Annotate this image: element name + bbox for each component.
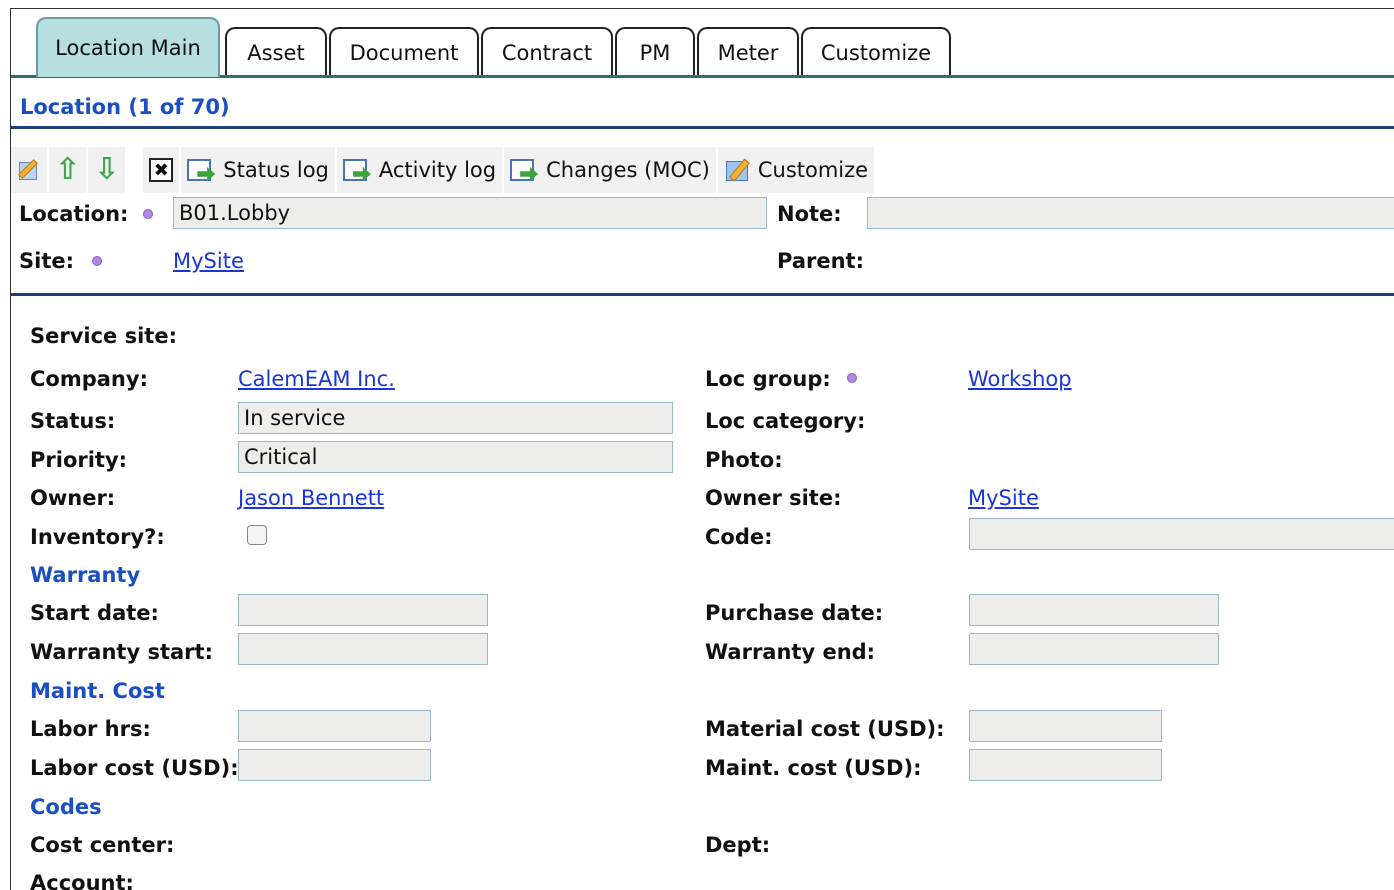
- service-site-label: Service site:: [30, 324, 177, 348]
- code-input[interactable]: [969, 518, 1394, 550]
- tab-label: PM: [639, 41, 671, 65]
- arrow-up-icon: ⇧: [55, 152, 81, 187]
- parent-label: Parent:: [777, 249, 864, 273]
- header-divider: [11, 293, 1394, 296]
- location-input[interactable]: B01.Lobby: [173, 197, 767, 229]
- edit-button[interactable]: [11, 147, 47, 193]
- tab-document[interactable]: Document: [329, 27, 479, 77]
- tab-pm[interactable]: PM: [615, 27, 695, 77]
- next-button[interactable]: ⇩: [88, 147, 126, 193]
- title-divider: [11, 126, 1394, 129]
- priority-label: Priority:: [30, 448, 128, 472]
- start-date-input[interactable]: [238, 594, 488, 626]
- page-title: Location (1 of 70): [20, 95, 230, 119]
- status-input[interactable]: In service: [238, 402, 673, 434]
- loc-category-label: Loc category:: [705, 409, 866, 433]
- code-label: Code:: [705, 525, 773, 549]
- open-window-icon: [342, 157, 373, 183]
- start-date-label: Start date:: [30, 601, 159, 625]
- maint-cost-label: Maint. cost (USD):: [705, 756, 922, 780]
- purchase-date-label: Purchase date:: [705, 601, 884, 625]
- location-form: Location Main Asset Document Contract PM…: [10, 8, 1394, 890]
- status-log-label: Status log: [223, 158, 329, 182]
- changes-moc-label: Changes (MOC): [546, 158, 710, 182]
- priority-input[interactable]: Critical: [238, 441, 673, 473]
- toolbar: ⇧ ⇩ ✖ Status log Activity log Changes (M…: [11, 146, 876, 194]
- company-link[interactable]: CalemEAM Inc.: [238, 367, 395, 391]
- tab-meter[interactable]: Meter: [697, 27, 799, 77]
- loc-group-label: Loc group:: [705, 367, 831, 391]
- changes-moc-button[interactable]: Changes (MOC): [504, 147, 716, 193]
- tab-label: Customize: [820, 41, 932, 65]
- site-link[interactable]: MySite: [173, 249, 244, 273]
- tab-label: Location Main: [55, 36, 201, 60]
- owner-site-label: Owner site:: [705, 486, 842, 510]
- inventory-checkbox[interactable]: [247, 525, 267, 545]
- open-window-icon: [510, 157, 540, 183]
- warranty-end-input[interactable]: [969, 633, 1219, 665]
- dept-label: Dept:: [705, 833, 771, 857]
- warranty-start-label: Warranty start:: [30, 640, 213, 664]
- previous-button[interactable]: ⇧: [49, 147, 87, 193]
- customize-icon: [724, 156, 752, 184]
- required-dot-icon: [143, 209, 153, 219]
- note-label: Note:: [777, 202, 842, 226]
- status-log-button[interactable]: Status log: [181, 147, 335, 193]
- tab-label: Contract: [501, 41, 593, 65]
- account-label: Account:: [30, 871, 134, 890]
- cost-center-label: Cost center:: [30, 833, 175, 857]
- labor-cost-input[interactable]: [238, 749, 431, 781]
- note-input[interactable]: [867, 197, 1394, 229]
- edit-icon: [17, 158, 41, 182]
- company-label: Company:: [30, 367, 148, 391]
- maint-cost-input[interactable]: [969, 749, 1162, 781]
- warranty-end-label: Warranty end:: [705, 640, 876, 664]
- arrow-down-icon: ⇩: [94, 152, 120, 187]
- labor-cost-label: Labor cost (USD):: [30, 756, 239, 780]
- customize-label: Customize: [757, 158, 869, 182]
- owner-link[interactable]: Jason Bennett: [238, 486, 384, 510]
- warranty-start-input[interactable]: [238, 633, 488, 665]
- codes-section-title: Codes: [30, 795, 102, 819]
- photo-label: Photo:: [705, 448, 783, 472]
- required-dot-icon: [92, 256, 102, 266]
- owner-site-link[interactable]: MySite: [968, 486, 1039, 510]
- activity-log-button[interactable]: Activity log: [336, 147, 503, 193]
- purchase-date-input[interactable]: [969, 594, 1219, 626]
- warranty-section-title: Warranty: [30, 563, 141, 587]
- close-icon: ✖: [149, 158, 174, 182]
- tab-label: Asset: [247, 41, 305, 65]
- tab-label: Document: [349, 41, 459, 65]
- tab-location-main[interactable]: Location Main: [36, 17, 220, 77]
- tab-contract[interactable]: Contract: [481, 27, 613, 77]
- material-cost-input[interactable]: [969, 710, 1162, 742]
- labor-hrs-label: Labor hrs:: [30, 717, 151, 741]
- tab-label: Meter: [717, 41, 779, 65]
- required-dot-icon: [847, 373, 857, 383]
- activity-log-label: Activity log: [378, 158, 497, 182]
- material-cost-label: Material cost (USD):: [705, 717, 945, 741]
- loc-group-link[interactable]: Workshop: [968, 367, 1072, 391]
- tab-asset[interactable]: Asset: [225, 27, 327, 77]
- open-window-icon: [187, 157, 217, 183]
- inventory-label: Inventory?:: [30, 525, 165, 549]
- status-label: Status:: [30, 409, 116, 433]
- labor-hrs-input[interactable]: [238, 710, 431, 742]
- maint-cost-section-title: Maint. Cost: [30, 679, 165, 703]
- tab-bar: Location Main Asset Document Contract PM…: [11, 9, 1394, 77]
- location-label: Location:: [19, 202, 129, 226]
- tab-customize[interactable]: Customize: [801, 27, 951, 77]
- site-label: Site:: [19, 249, 75, 273]
- close-button[interactable]: ✖: [143, 147, 180, 193]
- owner-label: Owner:: [30, 486, 116, 510]
- customize-button[interactable]: Customize: [717, 147, 875, 193]
